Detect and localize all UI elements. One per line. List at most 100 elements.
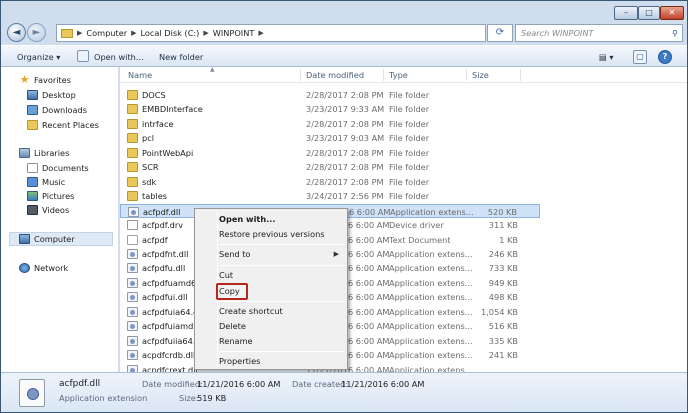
folder-icon — [127, 147, 138, 158]
pictures-icon — [27, 191, 38, 201]
folder-icon — [127, 191, 138, 202]
column-divider[interactable] — [300, 69, 301, 81]
sidebar-item-documents[interactable]: Documents — [27, 161, 89, 175]
menu-item-rename[interactable]: Rename — [219, 335, 253, 348]
file-name: acfpdf.drv — [142, 220, 184, 231]
sidebar-item-label: Videos — [42, 205, 70, 215]
search-input[interactable]: Search WINPOINT ⚲ — [515, 24, 683, 42]
file-name: acfpdf — [142, 234, 168, 245]
breadcrumb-winpoint[interactable]: WINPOINT — [213, 28, 255, 38]
file-size: 498 KB — [488, 292, 518, 303]
column-divider[interactable] — [383, 69, 384, 81]
table-row[interactable]: PointWebApi 2/28/2017 2:08 PM File folder — [120, 146, 540, 160]
column-header-size[interactable]: Size — [472, 69, 489, 81]
help-icon[interactable]: ? — [658, 50, 672, 64]
dll-file-icon — [128, 206, 139, 217]
preview-pane-icon[interactable]: ▢ — [633, 50, 647, 64]
file-type: Device driver — [389, 220, 444, 231]
maximize-button[interactable]: □ — [638, 6, 660, 20]
menu-item-open-with[interactable]: Open with... — [219, 213, 276, 226]
column-header-type[interactable]: Type — [389, 69, 408, 81]
refresh-button[interactable]: ⟳ — [487, 24, 513, 42]
new-folder-button[interactable]: New folder — [159, 51, 203, 63]
sidebar-item-music[interactable]: Music — [27, 175, 65, 189]
table-row[interactable]: SCR 2/28/2017 2:08 PM File folder — [120, 160, 540, 174]
file-size: 241 KB — [488, 350, 518, 361]
table-row[interactable]: EMBDInterface 3/23/2017 9:33 AM File folde… — [120, 102, 540, 116]
menu-item-cut[interactable]: Cut — [219, 269, 233, 282]
breadcrumb-chevron-icon[interactable]: ▶ — [203, 29, 208, 37]
column-divider[interactable] — [520, 69, 521, 81]
breadcrumb-chevron-icon[interactable]: ▶ — [258, 29, 263, 37]
column-divider[interactable] — [466, 69, 467, 81]
back-button[interactable]: ◄ — [7, 23, 26, 42]
table-row[interactable]: tables 3/24/2017 2:56 PM File folder — [120, 189, 540, 203]
file-name: acfpdf.dll — [143, 206, 181, 217]
sidebar-item-videos[interactable]: Videos — [27, 203, 69, 217]
file-type: File folder — [389, 162, 430, 173]
breadcrumb-local-disk[interactable]: Local Disk (C:) — [140, 28, 199, 38]
sidebar-item-desktop[interactable]: Desktop — [27, 88, 76, 102]
file-name: sdk — [142, 176, 157, 187]
dll-file-icon — [127, 263, 138, 274]
table-row[interactable]: sdk 2/28/2017 2:08 PM File folder — [120, 175, 540, 189]
forward-button[interactable]: ► — [27, 23, 46, 42]
sidebar-favorites[interactable]: ★ Favorites — [19, 73, 71, 87]
menu-item-delete[interactable]: Delete — [219, 320, 246, 333]
open-with-button[interactable]: Open with... — [94, 51, 144, 63]
column-header-date[interactable]: Date modified — [306, 69, 364, 81]
sidebar-item-label: Documents — [42, 163, 89, 173]
sidebar-item-network[interactable]: Network — [19, 261, 68, 275]
menu-item-send-to[interactable]: Send to ▶ — [219, 248, 345, 261]
menu-item-properties[interactable]: Properties — [219, 355, 260, 368]
search-icon[interactable]: ⚲ — [672, 25, 678, 41]
folder-icon — [127, 133, 138, 144]
details-size-label: Size: — [179, 393, 199, 403]
file-date-modified: 2/28/2017 2:08 PM — [306, 147, 384, 158]
details-modified-value: 11/21/2016 6:00 AM — [197, 379, 281, 389]
file-name: acfpdfui.dll — [142, 292, 188, 303]
folder-icon — [127, 118, 138, 129]
close-button[interactable]: ✕ — [660, 6, 684, 20]
address-bar[interactable]: ▶ Computer ▶ Local Disk (C:) ▶ WINPOINT … — [56, 24, 486, 42]
menu-item-create-shortcut[interactable]: Create shortcut — [219, 305, 283, 318]
file-name: acpdfcrdb.dll — [142, 350, 196, 361]
star-icon: ★ — [19, 73, 30, 86]
file-date-modified: 2/28/2017 2:08 PM — [306, 176, 384, 187]
explorer-window: – □ ✕ ◄ ► ▶ Computer ▶ Local Disk (C:) ▶… — [0, 0, 688, 413]
column-header-row: ▲ Name Date modified Type Size — [120, 66, 687, 83]
file-size: 516 KB — [488, 321, 518, 332]
file-size: 246 KB — [488, 248, 518, 259]
libraries-icon — [19, 148, 30, 158]
file-name: pcl — [142, 133, 154, 144]
sidebar-item-pictures[interactable]: Pictures — [27, 189, 74, 203]
file-name: PointWebApi — [142, 147, 194, 158]
breadcrumb-computer[interactable]: Computer — [86, 28, 127, 38]
menu-item-restore-previous-versions[interactable]: Restore previous versions — [219, 228, 325, 241]
change-view-button[interactable]: ▤ ▾ — [599, 51, 613, 63]
breadcrumb-chevron-icon[interactable]: ▶ — [131, 29, 136, 37]
sidebar-item-recent-places[interactable]: Recent Places — [27, 118, 99, 132]
minimize-button[interactable]: – — [614, 6, 638, 20]
sidebar-item-label: Recent Places — [42, 120, 99, 130]
sidebar-libraries[interactable]: Libraries — [19, 146, 69, 160]
menu-item-copy[interactable]: Copy — [219, 285, 240, 298]
file-date-modified: 2/28/2017 2:08 PM — [306, 90, 384, 100]
table-row[interactable]: DOCS 2/28/2017 2:08 PM File folder — [120, 88, 540, 102]
menu-separator — [219, 351, 345, 352]
file-type: File folder — [389, 191, 430, 202]
folder-icon — [61, 28, 73, 38]
recent-places-icon — [27, 120, 38, 130]
file-name: DOCS — [142, 90, 166, 100]
sidebar-item-computer[interactable]: Computer — [9, 232, 113, 246]
folder-icon — [127, 90, 138, 100]
menu-separator — [219, 265, 345, 266]
file-type: File folder — [389, 133, 430, 144]
breadcrumb-chevron-icon: ▶ — [77, 29, 83, 37]
table-row[interactable]: intrface 2/28/2017 2:08 PM File folder — [120, 117, 540, 131]
organize-button[interactable]: Organize ▾ — [17, 51, 60, 63]
table-row[interactable]: pcl 3/23/2017 9:03 AM File folder — [120, 131, 540, 145]
file-type: File folder — [389, 176, 430, 187]
sidebar-item-downloads[interactable]: Downloads — [27, 103, 87, 117]
column-header-name[interactable]: Name — [128, 69, 152, 81]
